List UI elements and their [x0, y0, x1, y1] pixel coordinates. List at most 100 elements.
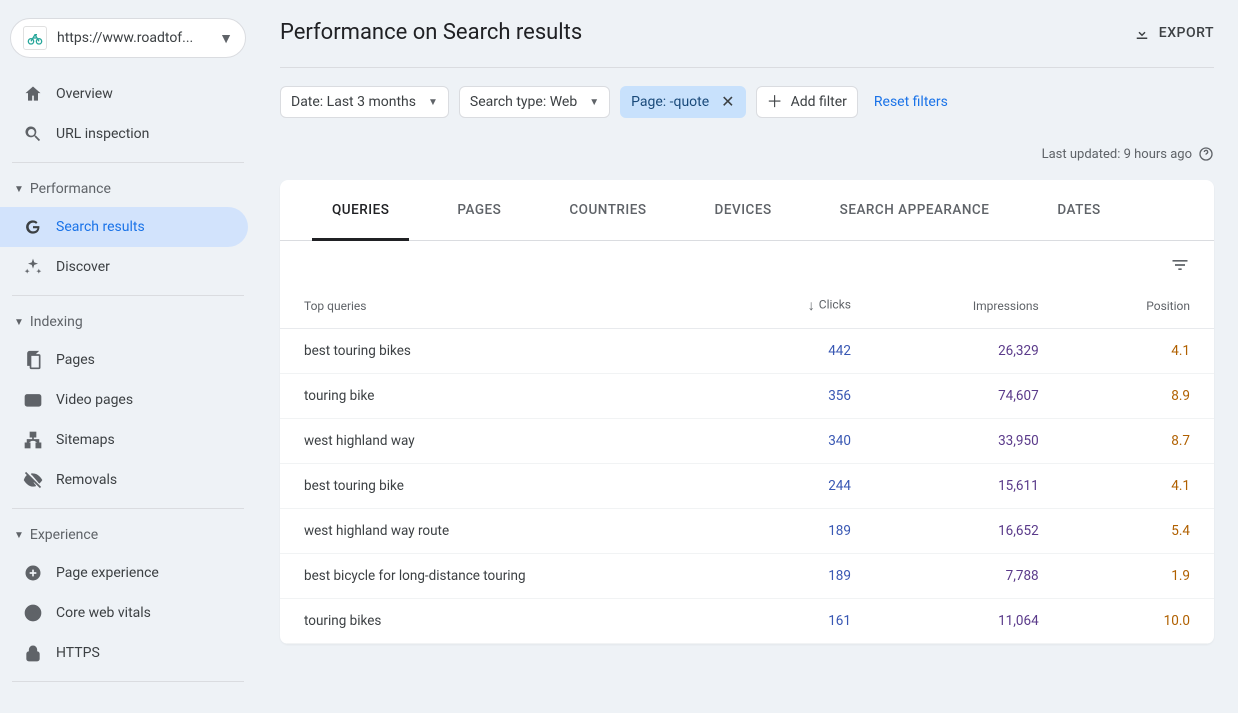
nav-item-page-experience[interactable]: Page experience	[0, 553, 248, 593]
cell-impressions: 15,611	[875, 464, 1063, 509]
nav-item-search-results[interactable]: Search results	[0, 207, 248, 247]
export-label: EXPORT	[1159, 25, 1214, 41]
cell-position: 5.4	[1063, 509, 1214, 554]
nav-item-label: Pages	[56, 352, 95, 368]
circle-plus-icon	[22, 563, 44, 583]
chevron-down-icon: ▼	[428, 97, 438, 108]
cell-position: 8.9	[1063, 374, 1214, 419]
filter-chip-date[interactable]: Date: Last 3 months ▼	[280, 86, 449, 118]
filter-chip-search-type[interactable]: Search type: Web ▼	[459, 86, 610, 118]
chevron-down-icon: ▼	[589, 97, 599, 108]
col-position[interactable]: Position	[1063, 283, 1214, 329]
tab-search-appearance[interactable]: SEARCH APPEARANCE	[820, 180, 1010, 240]
help-icon[interactable]	[1198, 146, 1214, 162]
property-selector[interactable]: https://www.roadtof... ▼	[10, 18, 246, 58]
tab-dates[interactable]: DATES	[1037, 180, 1120, 240]
cell-position: 1.9	[1063, 554, 1214, 599]
tab-devices[interactable]: DEVICES	[695, 180, 792, 240]
results-card: QUERIES PAGES COUNTRIES DEVICES SEARCH APPEA…	[280, 180, 1214, 644]
chevron-down-icon: ▼	[14, 317, 24, 328]
cell-impressions: 16,652	[875, 509, 1063, 554]
main-content: Performance on Search results EXPORT Dat…	[256, 0, 1238, 702]
col-clicks-label: Clicks	[819, 298, 851, 312]
cell-query: best bicycle for long-distance touring	[280, 554, 725, 599]
last-updated-text: Last updated: 9 hours ago	[1042, 147, 1192, 162]
cell-impressions: 33,950	[875, 419, 1063, 464]
chevron-down-icon: ▼	[219, 30, 233, 47]
cell-position: 8.7	[1063, 419, 1214, 464]
col-impressions[interactable]: Impressions	[875, 283, 1063, 329]
nav-item-discover[interactable]: Discover	[0, 247, 248, 287]
nav-item-sitemaps[interactable]: Sitemaps	[0, 420, 248, 460]
table-row[interactable]: best bicycle for long-distance touring18…	[280, 554, 1214, 599]
sort-desc-icon: ↓	[808, 298, 815, 314]
cell-clicks: 161	[725, 599, 875, 644]
filter-date-label: Date: Last 3 months	[291, 94, 416, 110]
tab-queries[interactable]: QUERIES	[312, 180, 409, 241]
cell-impressions: 74,607	[875, 374, 1063, 419]
add-filter-button[interactable]: ＋ Add filter	[756, 86, 858, 118]
cell-query: best touring bikes	[280, 329, 725, 374]
nav-item-label: Video pages	[56, 392, 133, 408]
chevron-down-icon: ▼	[14, 530, 24, 541]
cell-clicks: 189	[725, 554, 875, 599]
cell-clicks: 189	[725, 509, 875, 554]
nav-item-url-inspection[interactable]: URL inspection	[0, 114, 248, 154]
col-query[interactable]: Top queries	[280, 283, 725, 329]
reset-filters-link[interactable]: Reset filters	[874, 94, 948, 110]
nav-item-label: Core web vitals	[56, 605, 151, 621]
cell-query: west highland way	[280, 419, 725, 464]
nav-item-core-web-vitals[interactable]: Core web vitals	[0, 593, 248, 633]
add-filter-label: Add filter	[791, 94, 847, 110]
cell-query: touring bike	[280, 374, 725, 419]
last-updated: Last updated: 9 hours ago	[280, 146, 1214, 162]
filter-icon[interactable]	[1170, 255, 1190, 275]
nav-item-overview[interactable]: Overview	[0, 74, 248, 114]
nav-item-label: Overview	[56, 86, 113, 102]
tab-countries[interactable]: COUNTRIES	[549, 180, 666, 240]
table-row[interactable]: touring bike35674,6078.9	[280, 374, 1214, 419]
col-clicks[interactable]: ↓ Clicks	[725, 283, 875, 329]
nav-item-label: Page experience	[56, 565, 159, 581]
video-icon	[22, 390, 44, 410]
export-button[interactable]: EXPORT	[1133, 24, 1214, 42]
table-row[interactable]: best touring bike24415,6114.1	[280, 464, 1214, 509]
nav-item-label: Sitemaps	[56, 432, 115, 448]
table-row[interactable]: west highland way34033,9508.7	[280, 419, 1214, 464]
cell-query: touring bikes	[280, 599, 725, 644]
nav-item-video-pages[interactable]: Video pages	[0, 380, 248, 420]
tab-pages[interactable]: PAGES	[437, 180, 521, 240]
sparkle-icon	[22, 257, 44, 277]
nav-section-experience[interactable]: ▼ Experience	[0, 517, 256, 553]
download-icon	[1133, 24, 1151, 42]
nav-item-removals[interactable]: Removals	[0, 460, 248, 500]
tabs: QUERIES PAGES COUNTRIES DEVICES SEARCH APPEA…	[280, 180, 1214, 241]
queries-table: Top queries ↓ Clicks Impressions Position…	[280, 283, 1214, 644]
nav-item-https[interactable]: HTTPS	[0, 633, 248, 673]
table-row[interactable]: best touring bikes44226,3294.1	[280, 329, 1214, 374]
divider	[12, 681, 244, 682]
table-row[interactable]: west highland way route18916,6525.4	[280, 509, 1214, 554]
table-toolbar	[280, 241, 1214, 283]
cell-clicks: 442	[725, 329, 875, 374]
cell-query: west highland way route	[280, 509, 725, 554]
nav-item-label: Removals	[56, 472, 117, 488]
lock-icon	[22, 643, 44, 663]
cell-impressions: 11,064	[875, 599, 1063, 644]
close-icon[interactable]: ✕	[717, 94, 734, 110]
nav-item-label: Search results	[56, 219, 145, 235]
sidebar: https://www.roadtof... ▼ Overview URL ins…	[0, 0, 256, 702]
nav-section-label: Experience	[30, 527, 98, 543]
nav-section-indexing[interactable]: ▼Indexing	[0, 304, 256, 340]
nav-section-performance[interactable]: ▼Performance	[0, 171, 256, 207]
filter-chip-page[interactable]: Page: -quote ✕	[620, 86, 745, 118]
divider	[12, 295, 244, 296]
cell-impressions: 26,329	[875, 329, 1063, 374]
gauge-icon	[22, 603, 44, 623]
chevron-down-icon: ▼	[14, 184, 24, 195]
cell-clicks: 340	[725, 419, 875, 464]
table-row[interactable]: touring bikes16111,06410.0	[280, 599, 1214, 644]
nav-item-pages[interactable]: Pages	[0, 340, 248, 380]
search-icon	[22, 124, 44, 144]
cell-clicks: 356	[725, 374, 875, 419]
